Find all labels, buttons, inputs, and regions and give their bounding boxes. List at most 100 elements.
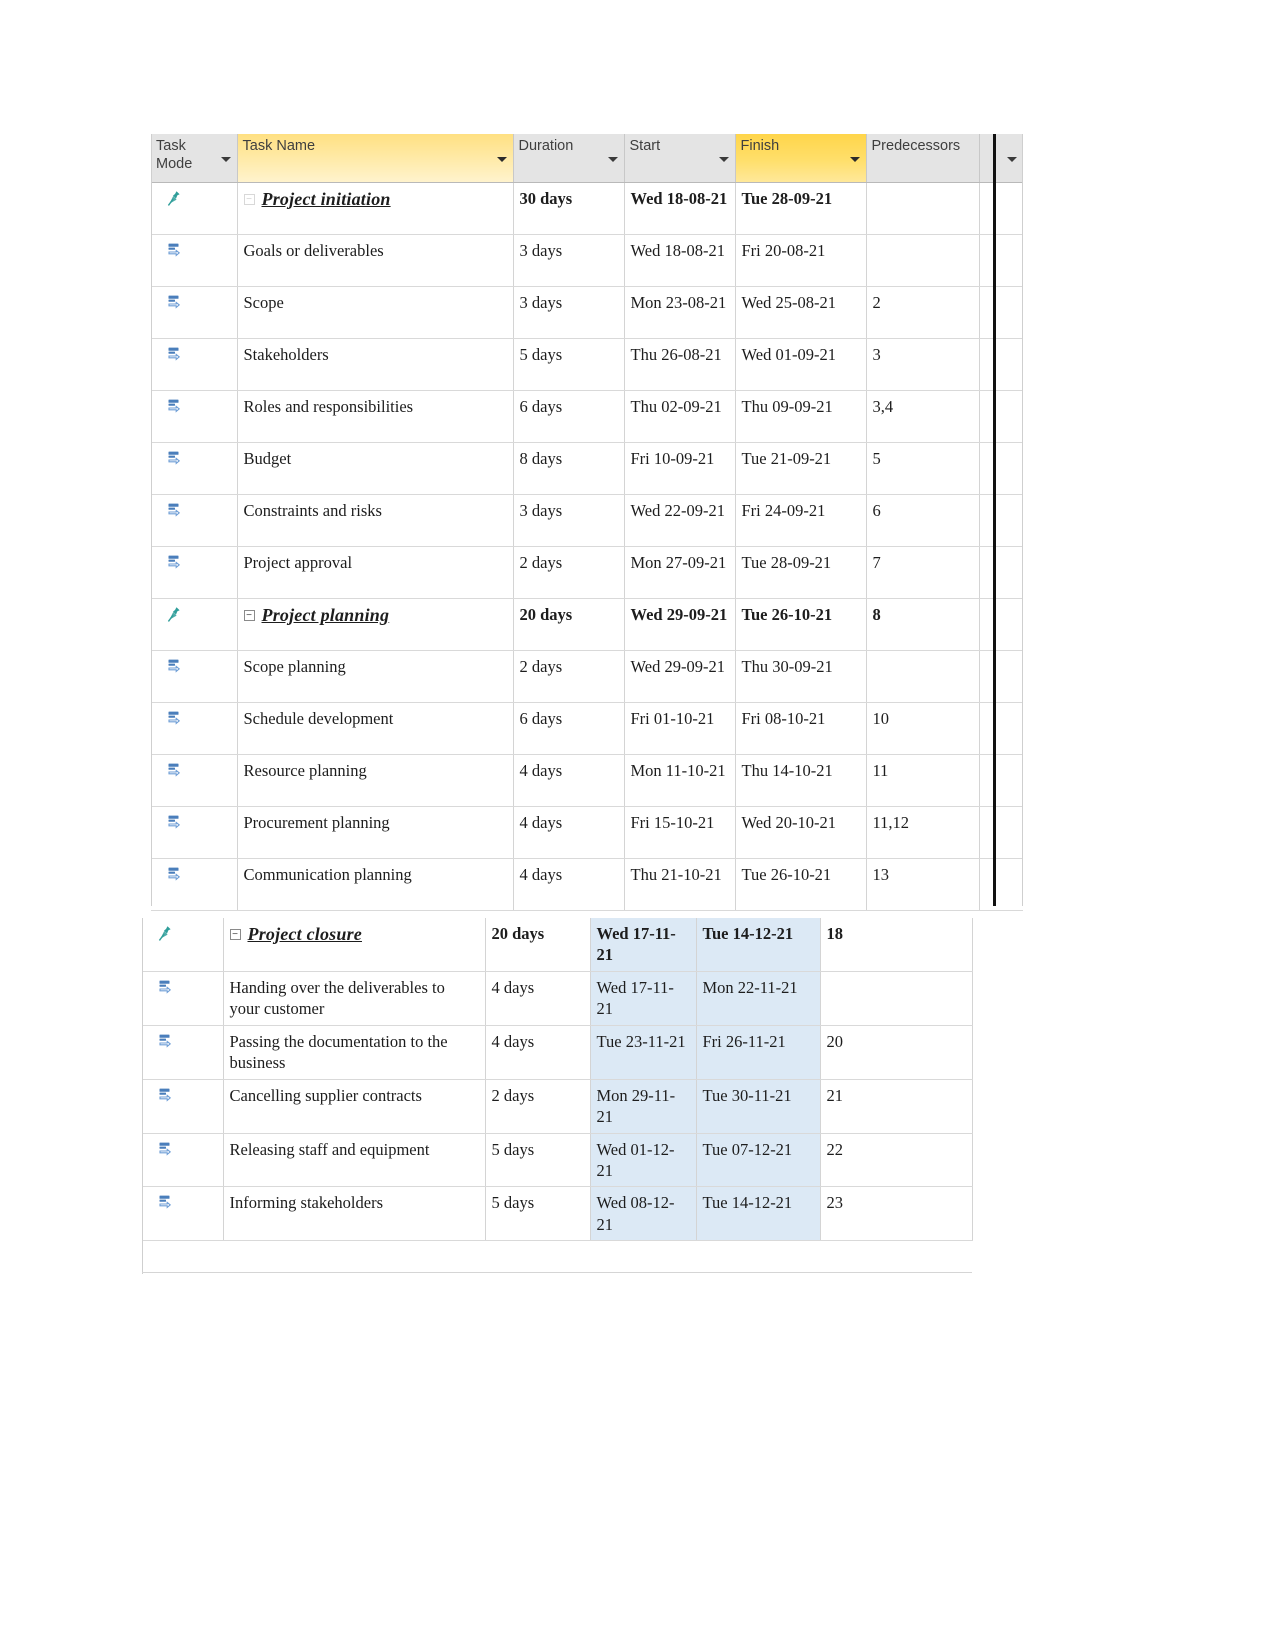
task-mode-cell[interactable]	[151, 702, 238, 755]
start-cell[interactable]: Mon 27-09-21	[624, 546, 736, 599]
start-cell[interactable]: Mon 29-11-21	[590, 1079, 697, 1134]
task-name-cell[interactable]: Cancelling supplier contracts	[223, 1079, 486, 1134]
predecessors-cell[interactable]: 20	[820, 1025, 973, 1080]
collapse-minus-icon[interactable]: −	[229, 929, 241, 940]
task-mode-cell[interactable]	[142, 1186, 224, 1242]
task-mode-cell[interactable]	[151, 598, 238, 651]
column-header-task-name[interactable]: Task Name	[237, 134, 514, 183]
start-cell[interactable]: Tue 23-11-21	[590, 1025, 697, 1080]
finish-cell[interactable]: Tue 14-12-21	[696, 918, 821, 972]
finish-cell[interactable]: Tue 28-09-21	[735, 546, 867, 599]
start-cell[interactable]: Wed 22-09-21	[624, 494, 736, 547]
start-cell[interactable]: Mon 11-10-21	[624, 754, 736, 807]
task-name-cell[interactable]: Budget	[237, 442, 514, 495]
table-row[interactable]: Releasing staff and equipment 5 days Wed 0…	[142, 1133, 973, 1188]
start-cell[interactable]: Wed 18-08-21	[624, 234, 736, 287]
column-header-extra[interactable]	[979, 134, 1023, 183]
filter-dropdown-icon[interactable]	[1007, 156, 1017, 162]
finish-cell[interactable]: Fri 08-10-21	[735, 702, 867, 755]
duration-cell[interactable]: 4 days	[485, 1025, 591, 1080]
task-name-cell[interactable]: Schedule development	[237, 702, 514, 755]
finish-cell[interactable]: Fri 20-08-21	[735, 234, 867, 287]
duration-cell[interactable]: 2 days	[485, 1079, 591, 1134]
table-row[interactable]: Goals or deliverables 3 days Wed 18-08-21 F…	[151, 234, 1023, 287]
table-row[interactable]: Communication planning 4 days Thu 21-10-21…	[151, 858, 1023, 911]
finish-cell[interactable]: Mon 22-11-21	[696, 971, 821, 1026]
filter-dropdown-icon[interactable]	[496, 156, 507, 162]
predecessors-cell[interactable]: 5	[866, 442, 980, 495]
finish-cell[interactable]: Tue 26-10-21	[735, 598, 867, 651]
task-name-cell[interactable]: − Project closure	[223, 918, 486, 972]
predecessors-cell[interactable]	[866, 234, 980, 287]
task-name-cell[interactable]: Releasing staff and equipment	[223, 1133, 486, 1188]
column-header-predecessors[interactable]: Predecessors	[866, 134, 980, 183]
predecessors-cell[interactable]	[820, 971, 973, 1026]
task-mode-cell[interactable]	[151, 234, 238, 287]
predecessors-cell[interactable]: 22	[820, 1133, 973, 1188]
finish-cell[interactable]: Tue 28-09-21	[735, 182, 867, 235]
table-row[interactable]: Project approval 2 days Mon 27-09-21 Tue 28…	[151, 546, 1023, 599]
table-row[interactable]: − Project closure 20 days Wed 17-11-21 Tue 1…	[142, 918, 973, 972]
duration-cell[interactable]: 20 days	[485, 918, 591, 972]
finish-cell[interactable]: Tue 21-09-21	[735, 442, 867, 495]
table-row[interactable]: Schedule development 6 days Fri 01-10-21 Fr…	[151, 702, 1023, 755]
start-cell[interactable]: Wed 17-11-21	[590, 918, 697, 972]
task-name-cell[interactable]: Scope	[237, 286, 514, 339]
predecessors-cell[interactable]: 7	[866, 546, 980, 599]
finish-cell[interactable]: Tue 30-11-21	[696, 1079, 821, 1134]
duration-cell[interactable]: 4 days	[513, 806, 625, 859]
finish-cell[interactable]: Fri 24-09-21	[735, 494, 867, 547]
finish-cell[interactable]: Thu 14-10-21	[735, 754, 867, 807]
table-row[interactable]: Constraints and risks 3 days Wed 22-09-21 F…	[151, 494, 1023, 547]
table-row[interactable]: − Project initiation 30 days Wed 18-08-21 Tu…	[151, 182, 1023, 235]
filter-dropdown-icon[interactable]	[718, 156, 729, 162]
predecessors-cell[interactable]: 18	[820, 918, 973, 972]
duration-cell[interactable]: 6 days	[513, 390, 625, 443]
task-mode-cell[interactable]	[142, 1133, 224, 1188]
duration-cell[interactable]: 20 days	[513, 598, 625, 651]
finish-cell[interactable]: Thu 09-09-21	[735, 390, 867, 443]
task-name-cell[interactable]: − Project initiation	[237, 182, 514, 235]
column-header-start[interactable]: Start	[624, 134, 736, 183]
table-row[interactable]: Handing over the deliverables to your cu…	[142, 971, 973, 1026]
duration-cell[interactable]: 8 days	[513, 442, 625, 495]
predecessors-cell[interactable]	[866, 182, 980, 235]
duration-cell[interactable]: 5 days	[485, 1133, 591, 1188]
start-cell[interactable]: Wed 18-08-21	[624, 182, 736, 235]
table-row[interactable]: Informing stakeholders 5 days Wed 08-12-21…	[142, 1186, 973, 1242]
start-cell[interactable]: Wed 01-12-21	[590, 1133, 697, 1188]
start-cell[interactable]: Fri 01-10-21	[624, 702, 736, 755]
task-name-cell[interactable]: Communication planning	[237, 858, 514, 911]
duration-cell[interactable]: 4 days	[513, 754, 625, 807]
predecessors-cell[interactable]: 10	[866, 702, 980, 755]
table-row[interactable]: Passing the documentation to the busines…	[142, 1025, 973, 1080]
start-cell[interactable]: Wed 29-09-21	[624, 650, 736, 703]
predecessors-cell[interactable]: 8	[866, 598, 980, 651]
duration-cell[interactable]: 3 days	[513, 494, 625, 547]
task-mode-cell[interactable]	[151, 442, 238, 495]
duration-cell[interactable]: 6 days	[513, 702, 625, 755]
duration-cell[interactable]: 5 days	[485, 1186, 591, 1242]
predecessors-cell[interactable]: 11,12	[866, 806, 980, 859]
task-name-cell[interactable]: Roles and responsibilities	[237, 390, 514, 443]
filter-dropdown-icon[interactable]	[849, 156, 860, 162]
task-mode-cell[interactable]	[142, 918, 224, 972]
table-row[interactable]: Scope 3 days Mon 23-08-21 Wed 25-08-21 2	[151, 286, 1023, 339]
task-name-cell[interactable]: Passing the documentation to the busines…	[223, 1025, 486, 1080]
start-cell[interactable]: Thu 26-08-21	[624, 338, 736, 391]
start-cell[interactable]: Wed 08-12-21	[590, 1186, 697, 1242]
finish-cell[interactable]: Wed 20-10-21	[735, 806, 867, 859]
task-mode-cell[interactable]	[151, 182, 238, 235]
duration-cell[interactable]: 30 days	[513, 182, 625, 235]
finish-cell[interactable]: Tue 14-12-21	[696, 1186, 821, 1242]
filter-dropdown-icon[interactable]	[607, 156, 618, 162]
predecessors-cell[interactable]: 3,4	[866, 390, 980, 443]
duration-cell[interactable]: 3 days	[513, 286, 625, 339]
start-cell[interactable]: Thu 02-09-21	[624, 390, 736, 443]
task-mode-cell[interactable]	[151, 390, 238, 443]
table-row[interactable]: Cancelling supplier contracts 2 days Mon 2…	[142, 1079, 973, 1134]
task-name-cell[interactable]: Project approval	[237, 546, 514, 599]
predecessors-cell[interactable]: 6	[866, 494, 980, 547]
predecessors-cell[interactable]: 13	[866, 858, 980, 911]
start-cell[interactable]: Wed 17-11-21	[590, 971, 697, 1026]
